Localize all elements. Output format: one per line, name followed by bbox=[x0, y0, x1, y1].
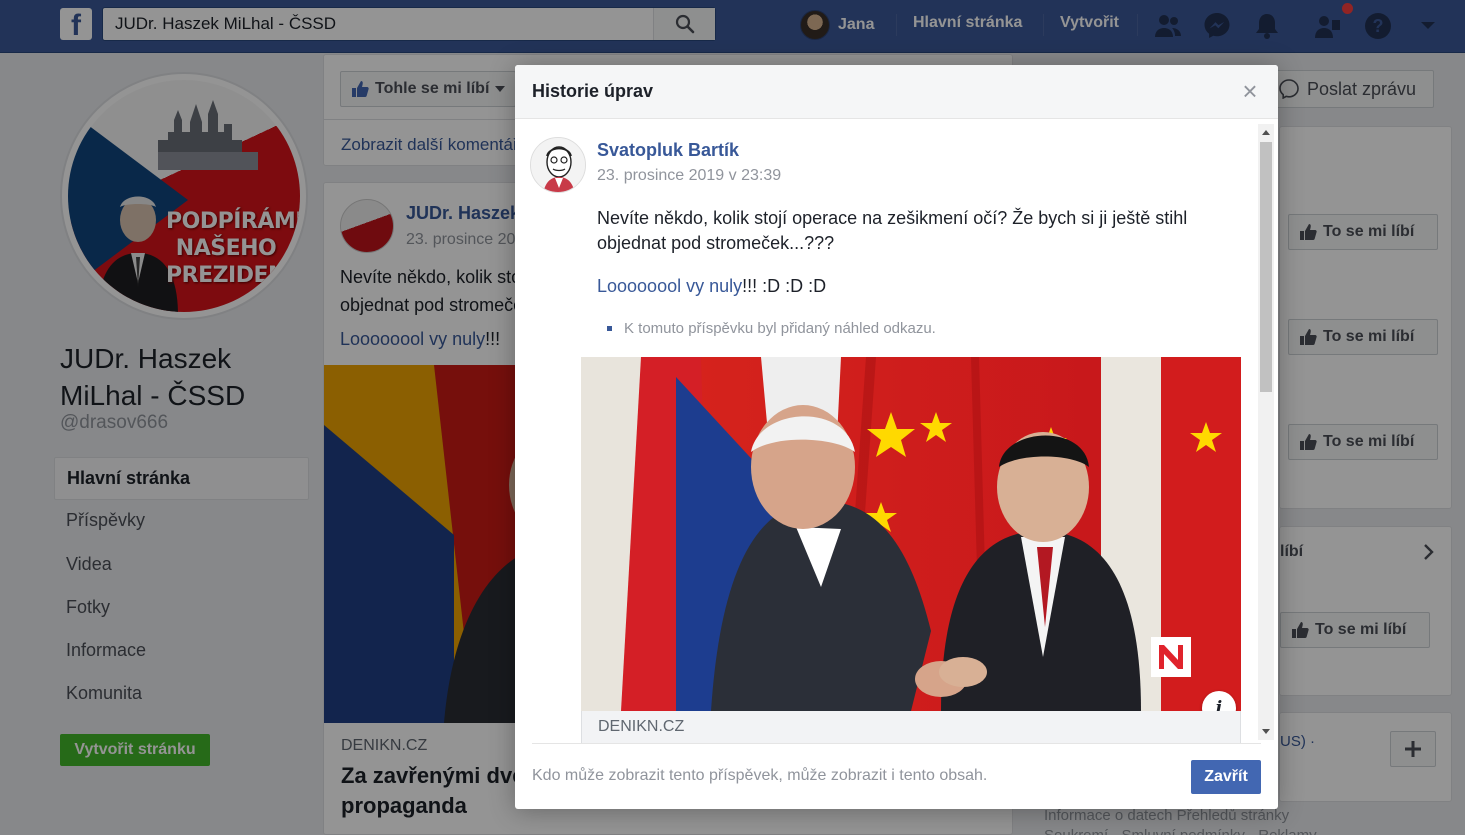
edit-note: K tomuto příspěvku byl přidaný náhled od… bbox=[607, 320, 936, 337]
dialog-scrollbar[interactable] bbox=[1258, 124, 1274, 740]
dialog-footer: Kdo může zobrazit tento příspěvek, může … bbox=[532, 743, 1261, 809]
caricature-image bbox=[531, 138, 585, 192]
author-avatar[interactable] bbox=[530, 137, 586, 193]
dialog-body[interactable]: Svatopluk Bartík 23. prosince 2019 v 23:… bbox=[515, 120, 1278, 743]
dialog-header: Historie úprav × bbox=[515, 65, 1278, 119]
edit-history-dialog: Historie úprav × Svatopluk Bartík 23. pr… bbox=[515, 65, 1278, 809]
scroll-down-arrow[interactable] bbox=[1262, 729, 1270, 734]
close-button[interactable]: Zavřít bbox=[1191, 760, 1261, 794]
post-text: Nevíte někdo, kolik stojí operace na zeš… bbox=[597, 208, 1188, 253]
post-link[interactable]: Loooooool vy nuly bbox=[597, 276, 742, 296]
bullet-icon bbox=[607, 326, 612, 331]
author-name[interactable]: Svatopluk Bartík bbox=[597, 140, 739, 161]
close-icon[interactable]: × bbox=[1238, 78, 1262, 104]
scroll-thumb[interactable] bbox=[1260, 142, 1272, 392]
link-preview-image[interactable]: N i bbox=[581, 357, 1241, 711]
post-link-line: Loooooool vy nuly!!! :D :D :D bbox=[597, 274, 1247, 299]
post-timestamp[interactable]: 23. prosince 2019 v 23:39 bbox=[597, 167, 781, 185]
privacy-note: Kdo může zobrazit tento příspěvek, může … bbox=[532, 767, 988, 784]
link-preview-footer[interactable]: DENIKN.CZ bbox=[581, 711, 1241, 743]
edit-note-text: K tomuto příspěvku byl přidaný náhled od… bbox=[624, 320, 936, 337]
post-link-suffix: !!! :D :D :D bbox=[742, 276, 827, 296]
scroll-up-arrow[interactable] bbox=[1262, 130, 1270, 135]
dialog-title: Historie úprav bbox=[532, 81, 654, 101]
link-domain: DENIKN.CZ bbox=[598, 718, 685, 735]
handshake-photo bbox=[581, 357, 1241, 711]
